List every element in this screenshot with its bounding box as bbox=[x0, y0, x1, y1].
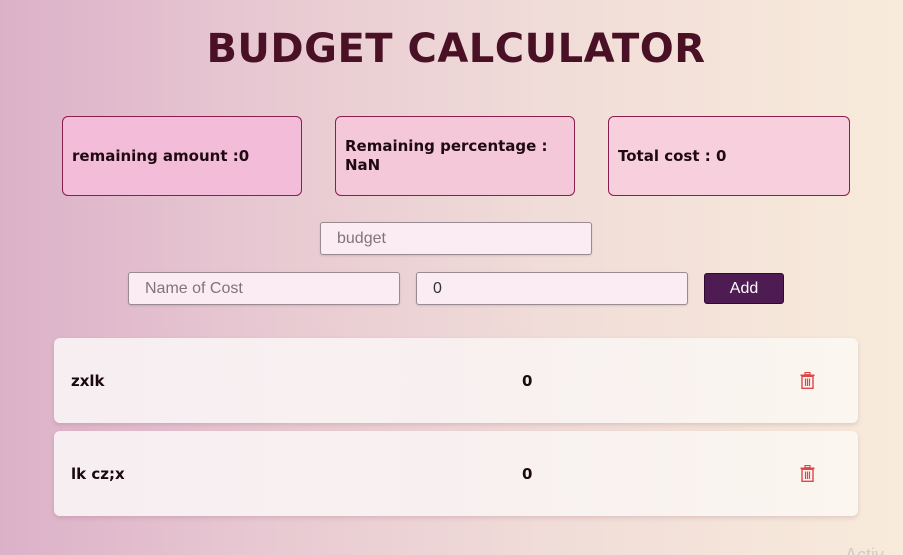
remaining-percentage-text: Remaining percentage : NaN bbox=[345, 137, 548, 174]
budget-input[interactable] bbox=[320, 222, 592, 255]
page-title: BUDGET CALCULATOR bbox=[206, 26, 706, 72]
delete-button[interactable] bbox=[798, 464, 816, 484]
cost-row: lk cz;x 0 bbox=[54, 431, 858, 516]
cost-amount-input[interactable] bbox=[416, 272, 688, 305]
total-cost-card: Total cost : 0 bbox=[608, 116, 850, 196]
cost-name-input[interactable] bbox=[128, 272, 400, 305]
remaining-amount-text: remaining amount :0 bbox=[72, 146, 250, 165]
cost-row: zxlk 0 bbox=[54, 338, 858, 423]
trash-icon bbox=[800, 372, 814, 389]
cost-amount: 0 bbox=[522, 464, 533, 483]
total-cost-text: Total cost : 0 bbox=[618, 146, 727, 165]
cost-amount: 0 bbox=[522, 371, 533, 390]
remaining-amount-card: remaining amount :0 bbox=[62, 116, 302, 196]
cost-name: lk cz;x bbox=[71, 464, 125, 483]
activation-watermark: Activ bbox=[845, 545, 885, 555]
trash-icon bbox=[800, 465, 814, 482]
delete-button[interactable] bbox=[798, 371, 816, 391]
remaining-percentage-card: Remaining percentage : NaN bbox=[335, 116, 575, 196]
cost-name: zxlk bbox=[71, 371, 105, 390]
add-button[interactable]: Add bbox=[704, 273, 784, 304]
